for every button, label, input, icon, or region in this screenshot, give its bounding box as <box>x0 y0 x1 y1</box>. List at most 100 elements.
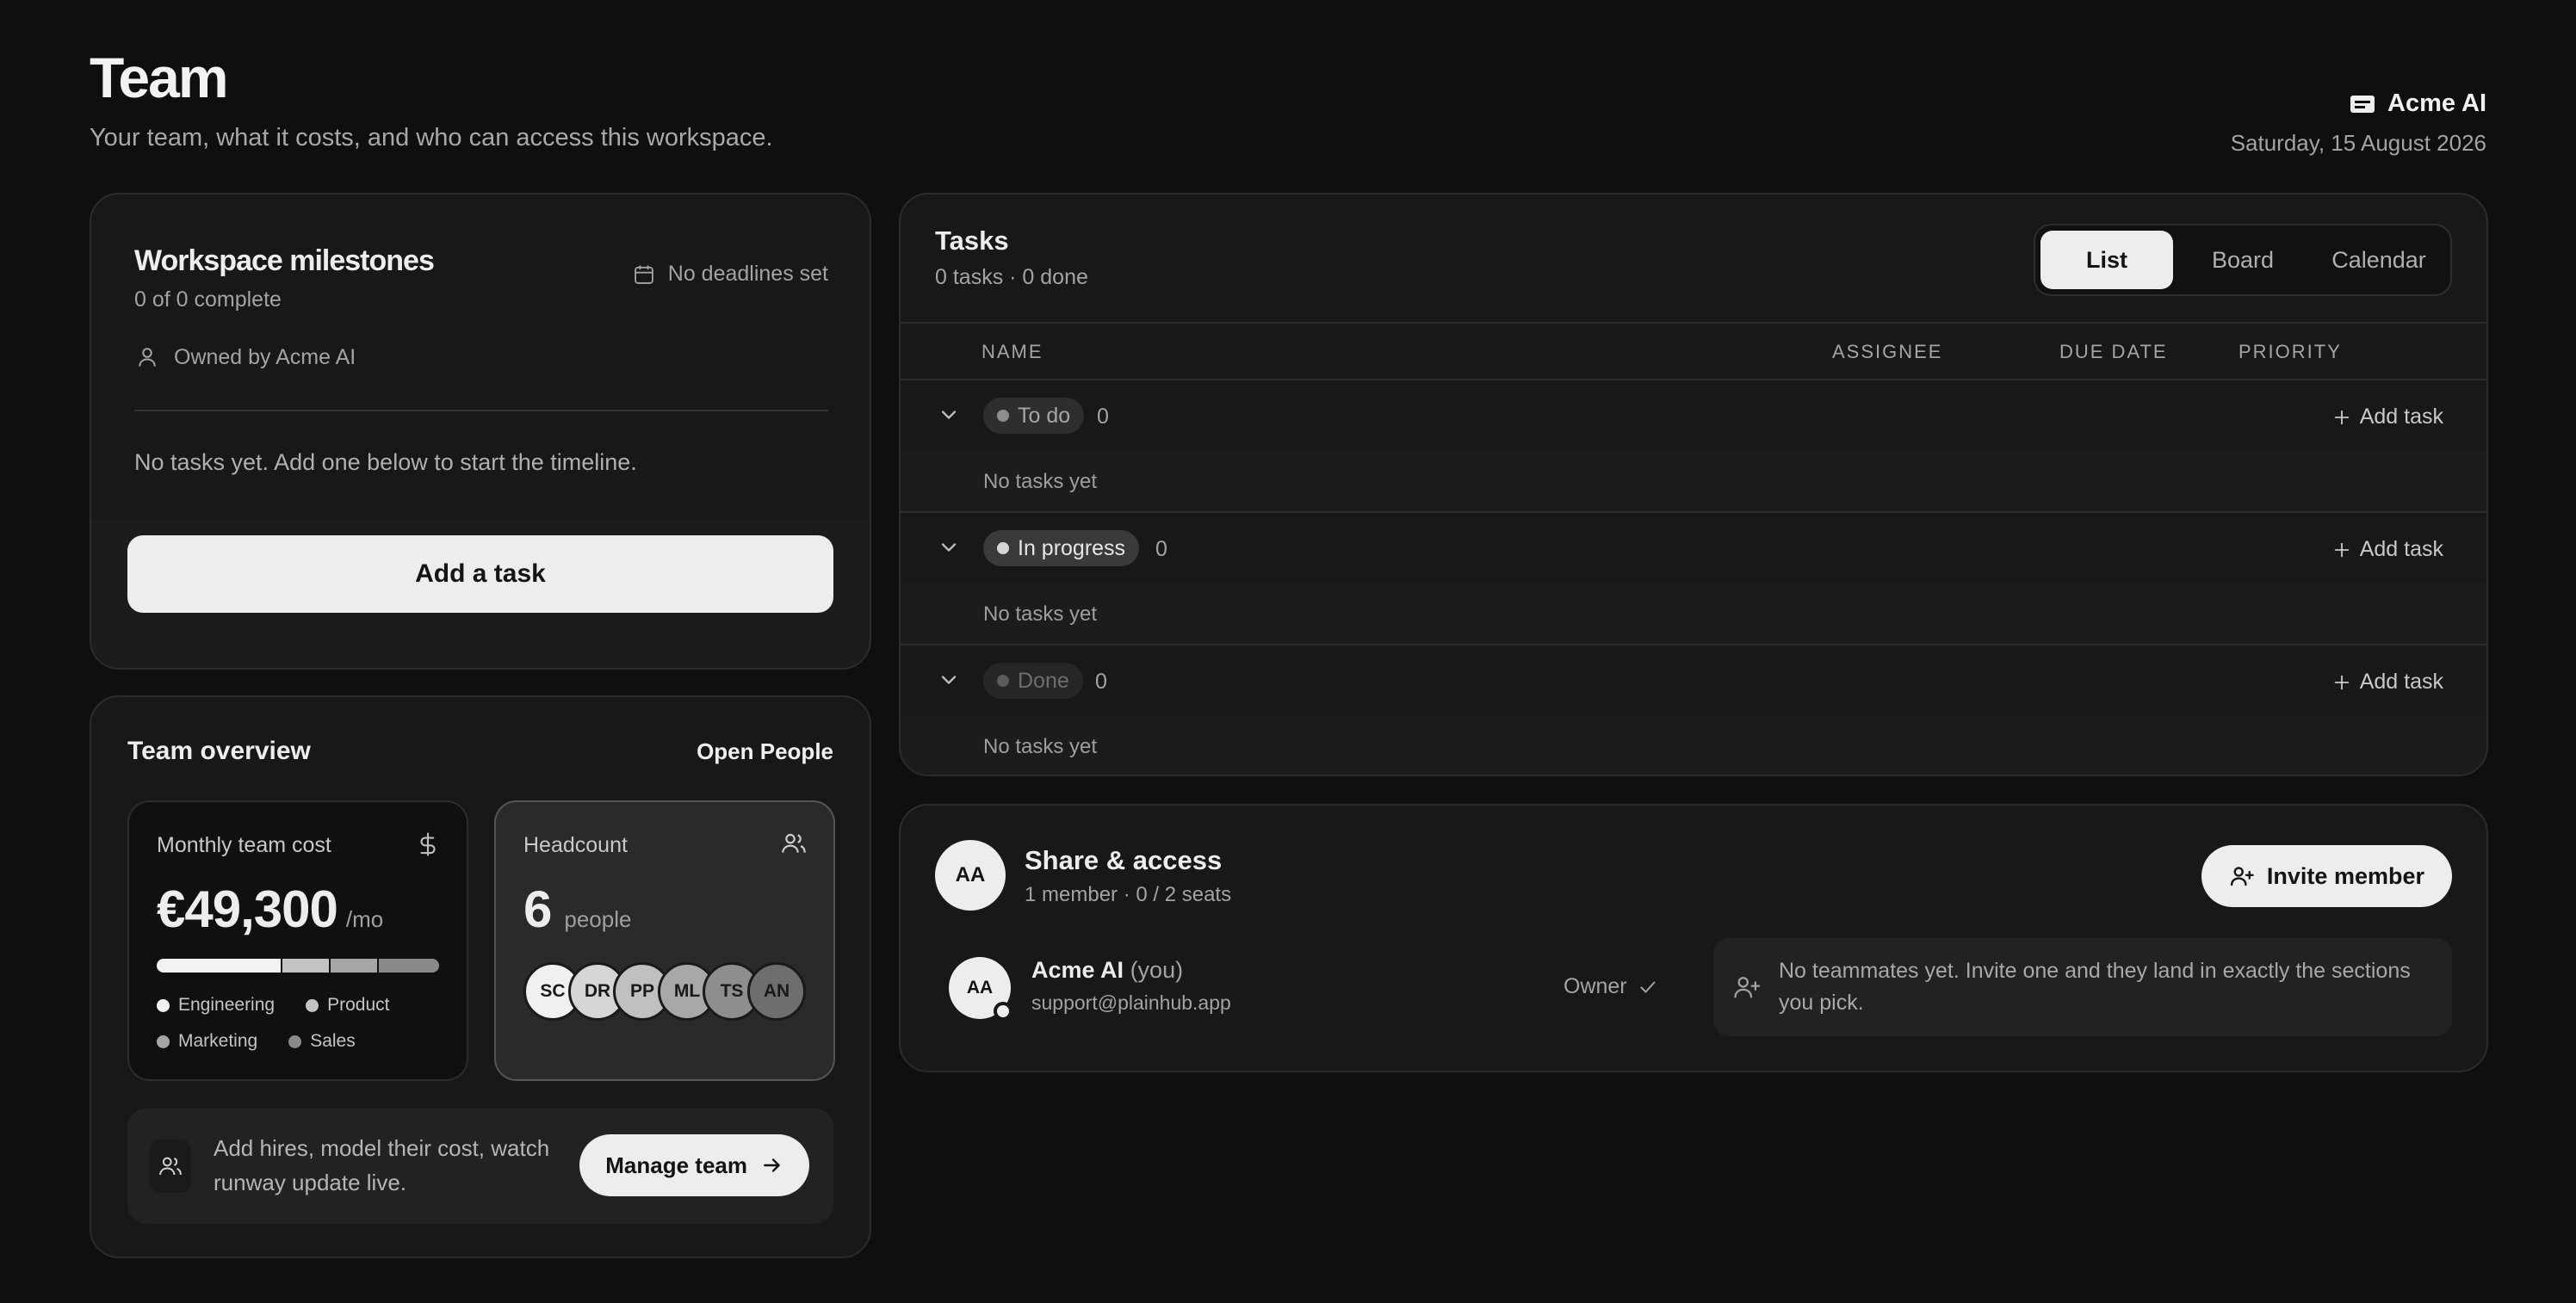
workspace-icon <box>2350 94 2375 114</box>
check-icon <box>1638 977 1658 997</box>
group-body: No tasks yet <box>901 584 2486 645</box>
manage-team-banner: Add hires, model their cost, watch runwa… <box>127 1108 833 1224</box>
user-plus-icon <box>1732 973 1762 1002</box>
status-badge: In progress <box>983 530 1140 566</box>
cost-value: €49,300 /mo <box>157 880 383 939</box>
legend-dot <box>157 1034 170 1048</box>
add-task-label: Add task <box>2359 537 2443 561</box>
milestones-owner: Owned by Acme AI <box>134 344 356 370</box>
plus-icon <box>2334 542 2349 557</box>
legend-label: Sales <box>310 1031 356 1051</box>
page-title: Team <box>90 46 229 109</box>
status-label: To do <box>1018 403 1071 428</box>
add-task-label: Add task <box>2359 670 2443 694</box>
people-icon <box>780 830 808 857</box>
manage-team-text: Add hires, model their cost, watch runwa… <box>214 1135 550 1195</box>
status-label: In progress <box>1018 535 1126 560</box>
add-task-label: Add task <box>2359 404 2443 429</box>
view-list-tab[interactable]: List <box>2040 231 2173 289</box>
add-task-link[interactable]: Add task <box>2332 404 2443 429</box>
add-task-link[interactable]: Add task <box>2332 670 2443 695</box>
task-group-in-progress: In progress 0 Add task No tasks yet <box>901 513 2486 645</box>
cost-unit: /mo <box>345 906 384 932</box>
plus-icon <box>2334 410 2349 424</box>
milestones-footer: Add a task <box>91 518 870 668</box>
share-summary: 1 member · 0 / 2 seats <box>1025 883 1232 906</box>
people-icon <box>150 1139 191 1193</box>
member-avatar[interactable]: AN <box>747 962 806 1021</box>
open-people-link[interactable]: Open People <box>697 738 833 765</box>
tasks-card: Tasks 0 tasks · 0 done List Board Calend… <box>899 193 2488 776</box>
monthly-cost-tile[interactable]: Monthly team cost €49,300 /mo Engineerin… <box>127 800 468 1081</box>
plus-icon <box>2334 675 2349 689</box>
status-badge: To do <box>983 398 1085 434</box>
legend-dot <box>157 998 170 1012</box>
cost-amount: €49,300 <box>157 880 338 938</box>
invite-member-button[interactable]: Invite member <box>2201 845 2452 907</box>
legend-item: Sales <box>288 1031 356 1052</box>
empty-teammates-note: No teammates yet. Invite one and they la… <box>1713 938 2452 1036</box>
current-date: Saturday, 15 August 2026 <box>2230 130 2486 156</box>
manage-team-button[interactable]: Manage team <box>579 1134 809 1196</box>
avatar: AA <box>935 840 1006 911</box>
status-label: Done <box>1018 668 1069 693</box>
status-dot <box>997 542 1009 554</box>
add-task-button[interactable]: Add a task <box>127 535 833 613</box>
legend-item: Marketing <box>157 1031 257 1052</box>
column-due-date[interactable]: DUE DATE <box>2059 341 2168 363</box>
chevron-down-icon[interactable] <box>937 668 961 692</box>
tasks-title: Tasks <box>935 225 1009 256</box>
group-empty-text: No tasks yet <box>983 735 1098 758</box>
deadline-text: No deadlines set <box>667 262 828 286</box>
milestones-card: Workspace milestones 0 of 0 complete No … <box>90 193 871 670</box>
page-subtitle: Your team, what it costs, and who can ac… <box>90 124 773 151</box>
milestones-deadline: No deadlines set <box>632 262 828 287</box>
status-badge: Done <box>983 663 1083 699</box>
legend-dot <box>288 1034 302 1048</box>
milestones-empty-text: No tasks yet. Add one below to start the… <box>134 449 637 475</box>
headcount-tile[interactable]: Headcount 6 people SC DR PP ML TS AN <box>494 800 835 1081</box>
chevron-down-icon[interactable] <box>937 535 961 559</box>
group-body: No tasks yet <box>901 716 2486 775</box>
user-icon <box>134 344 160 370</box>
legend-dot <box>306 998 319 1012</box>
owner-text: Owned by Acme AI <box>174 344 356 369</box>
cost-segment-marketing <box>329 959 377 973</box>
column-name[interactable]: NAME <box>981 341 1043 363</box>
cost-breakdown-bar <box>157 959 439 973</box>
group-empty-text: No tasks yet <box>983 470 1098 493</box>
calendar-icon <box>632 262 656 287</box>
cost-segment-engineering <box>157 959 282 973</box>
member-you-tag: (you) <box>1130 957 1184 983</box>
member-role: Owner <box>1564 974 1627 998</box>
member-avatars: SC DR PP ML TS AN <box>523 962 806 1021</box>
member-role-select[interactable]: Owner <box>1564 974 1658 999</box>
legend-label: Engineering <box>178 995 276 1015</box>
group-count: 0 <box>1155 537 1167 561</box>
cost-segment-product <box>281 959 330 973</box>
group-count: 0 <box>1095 670 1107 694</box>
tasks-table-header: NAME ASSIGNEE DUE DATE PRIORITY <box>901 322 2486 380</box>
dollar-icon <box>415 830 441 859</box>
headcount-value: 6 people <box>523 880 631 939</box>
cost-label: Monthly team cost <box>157 833 331 857</box>
group-body: No tasks yet <box>901 451 2486 513</box>
column-priority[interactable]: PRIORITY <box>2239 341 2342 363</box>
column-assignee[interactable]: ASSIGNEE <box>1832 341 1942 363</box>
view-calendar-tab[interactable]: Calendar <box>2313 231 2445 289</box>
view-board-tab[interactable]: Board <box>2177 231 2309 289</box>
workspace-switcher[interactable]: Acme AI <box>2350 90 2486 118</box>
group-count: 0 <box>1097 404 1109 429</box>
share-access-card: AA Share & access 1 member · 0 / 2 seats… <box>899 804 2488 1072</box>
manage-team-label: Manage team <box>605 1152 747 1178</box>
chevron-down-icon[interactable] <box>937 403 961 427</box>
divider <box>134 410 828 411</box>
online-indicator <box>994 1002 1012 1021</box>
view-switcher: List Board Calendar <box>2034 224 2452 296</box>
team-overview-title: Team overview <box>127 737 311 765</box>
empty-teammates-text: No teammates yet. Invite one and they la… <box>1779 959 2411 1015</box>
add-task-link[interactable]: Add task <box>2332 537 2443 562</box>
status-dot <box>997 410 1009 422</box>
share-title: Share & access <box>1025 845 1223 875</box>
legend-item: Engineering <box>157 995 275 1016</box>
